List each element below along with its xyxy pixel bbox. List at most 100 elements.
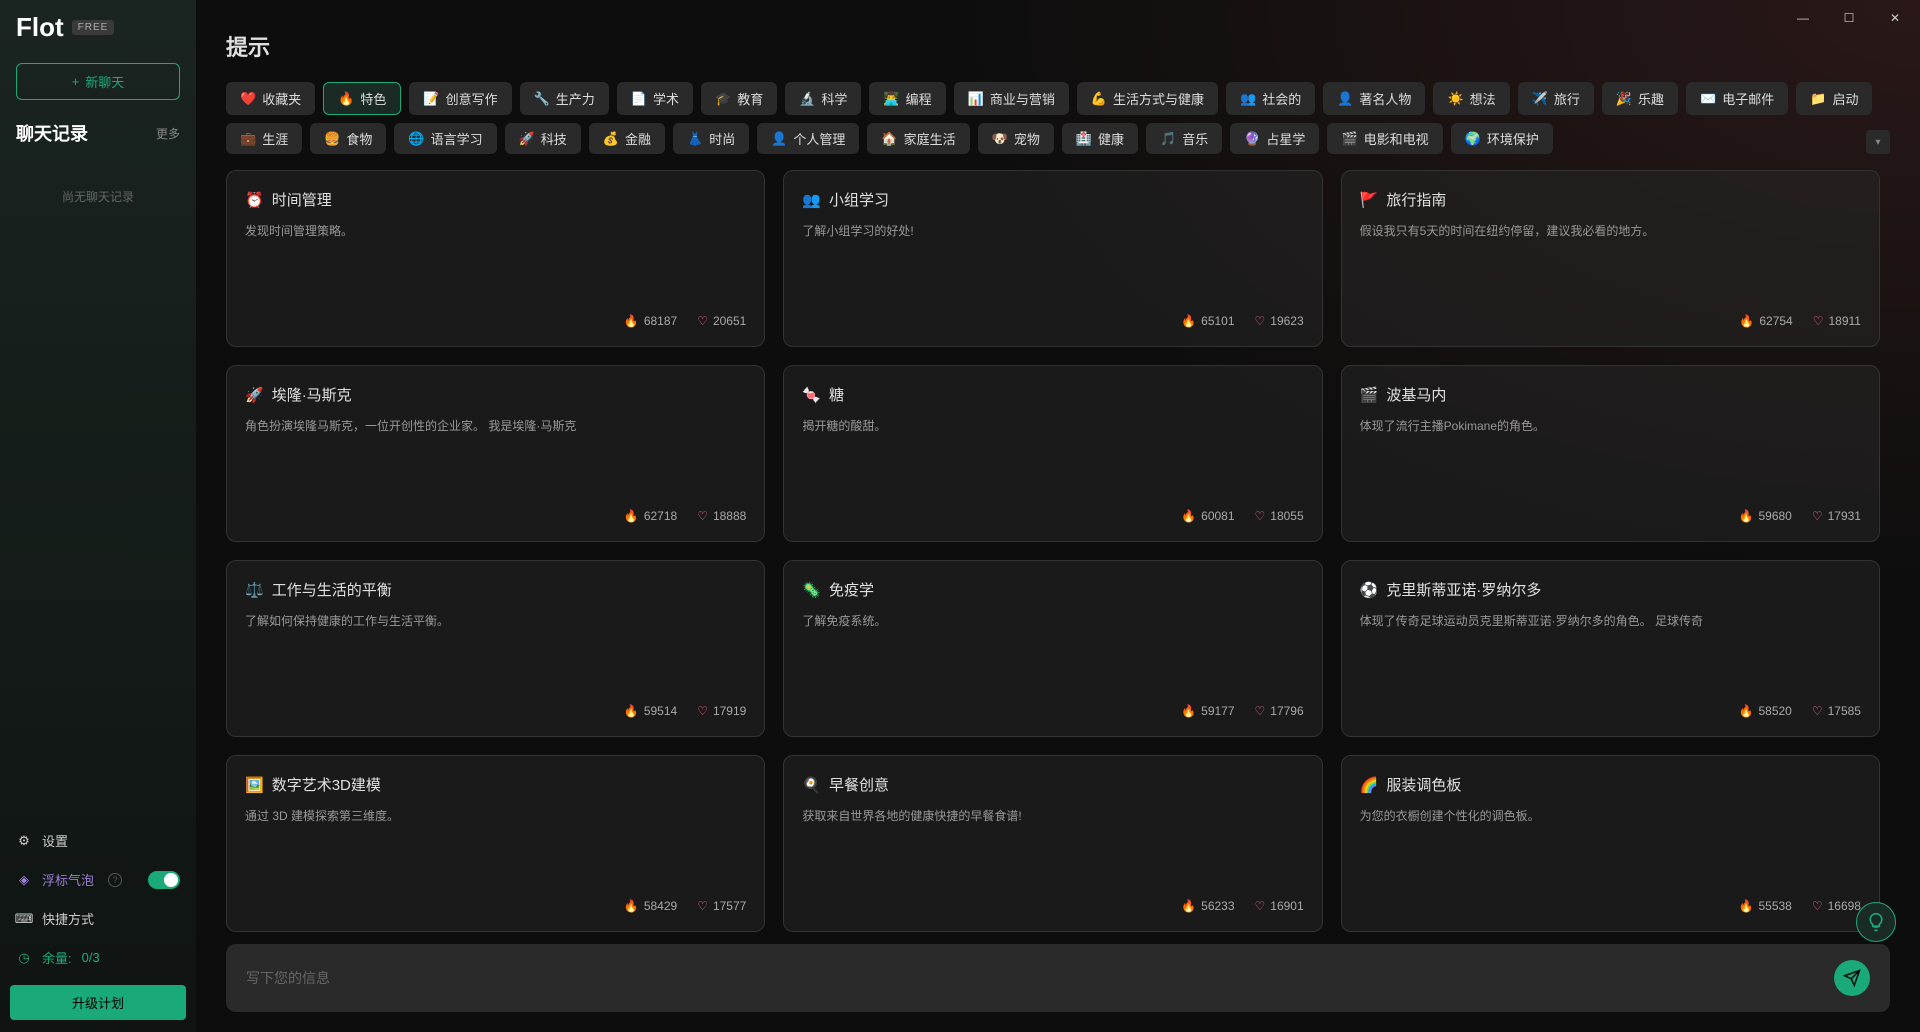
tag-label: 时尚 [709,129,735,148]
card-title-text: 工作与生活的平衡 [272,579,392,600]
card-desc: 揭开糖的酸甜。 [802,417,1303,499]
card-title-text: 小组学习 [829,189,889,210]
tag-25[interactable]: 🐶宠物 [978,123,1054,154]
tag-1[interactable]: 🔥特色 [323,82,401,115]
prompt-card-2[interactable]: 🚩旅行指南假设我只有5天的时间在纽约停留，建议我必看的地方。🔥62754♡189… [1341,170,1880,347]
stat-heart: ♡18055 [1255,509,1304,523]
card-stats: 🔥59514♡17919 [245,704,746,718]
tag-12[interactable]: ☀️想法 [1433,82,1509,115]
stat-fire: 🔥59514 [624,704,677,718]
tag-icon: 🏠 [881,131,897,147]
tag-label: 特色 [360,89,386,108]
tag-24[interactable]: 🏠家庭生活 [867,123,969,154]
card-title-text: 早餐创意 [829,774,889,795]
tag-4[interactable]: 📄学术 [617,82,693,115]
tag-13[interactable]: ✈️旅行 [1518,82,1594,115]
sidebar-item-quota[interactable]: ◷ 余量: 0/3 [0,938,196,977]
tag-11[interactable]: 👤著名人物 [1323,82,1425,115]
prompt-card-10[interactable]: 🍳早餐创意获取来自世界各地的健康快捷的早餐食谱!🔥56233♡16901 [783,755,1322,932]
history-more-link[interactable]: 更多 [156,125,180,142]
tag-6[interactable]: 🔬科学 [785,82,861,115]
stat-heart: ♡16698 [1812,899,1861,913]
prompt-card-11[interactable]: 🌈服装调色板为您的衣橱创建个性化的调色板。🔥55538♡16698 [1341,755,1880,932]
sidebar-item-shortcuts[interactable]: ⌨ 快捷方式 [0,899,196,938]
tag-16[interactable]: 📁启动 [1796,82,1872,115]
upgrade-button[interactable]: 升级计划 [10,985,186,1020]
prompt-card-9[interactable]: 🖼️数字艺术3D建模通过 3D 建模探索第三维度。🔥58429♡17577 [226,755,765,932]
tag-3[interactable]: 🔧生产力 [520,82,609,115]
tag-7[interactable]: 👨‍💻编程 [869,82,945,115]
tag-28[interactable]: 🔮占星学 [1230,123,1319,154]
sidebar-item-settings[interactable]: ⚙ 设置 [0,821,196,860]
sidebar-item-bubble[interactable]: ◈ 浮标气泡 ? [0,860,196,899]
tag-23[interactable]: 👤个人管理 [757,123,859,154]
gear-icon: ⚙ [16,833,32,849]
tag-17[interactable]: 💼生涯 [226,123,302,154]
tag-22[interactable]: 👗时尚 [673,123,749,154]
plus-icon: + [72,74,80,89]
tag-21[interactable]: 💰金融 [589,123,665,154]
send-button[interactable] [1834,960,1870,996]
tag-8[interactable]: 📊商业与营销 [954,82,1069,115]
prompt-card-1[interactable]: 👥小组学习了解小组学习的好处!🔥65101♡19623 [783,170,1322,347]
tag-10[interactable]: 👥社会的 [1226,82,1315,115]
prompt-card-4[interactable]: 🍬糖揭开糖的酸甜。🔥60081♡18055 [783,365,1322,542]
tag-label: 电子邮件 [1722,89,1774,108]
heart-count: 16698 [1828,899,1861,913]
card-icon: 👥 [802,191,821,209]
card-desc: 发现时间管理策略。 [245,222,746,304]
tag-2[interactable]: 📝创意写作 [409,82,511,115]
hint-fab[interactable] [1856,902,1896,942]
tag-0[interactable]: ❤️收藏夹 [226,82,315,115]
close-button[interactable]: ✕ [1874,4,1916,32]
prompt-card-7[interactable]: 🦠免疫学了解免疫系统。🔥59177♡17796 [783,560,1322,737]
prompt-card-8[interactable]: ⚽克里斯蒂亚诺·罗纳尔多体现了传奇足球运动员克里斯蒂亚诺·罗纳尔多的角色。 足球… [1341,560,1880,737]
card-icon: 🍬 [802,386,821,404]
tag-14[interactable]: 🎉乐趣 [1602,82,1678,115]
heart-icon: ♡ [1812,704,1823,718]
prompt-card-5[interactable]: 🎬波基马内体现了流行主播Pokimane的角色。🔥59680♡17931 [1341,365,1880,542]
prompt-card-3[interactable]: 🚀埃隆·马斯克角色扮演埃隆马斯克，一位开创性的企业家。 我是埃隆·马斯克🔥627… [226,365,765,542]
stat-fire: 🔥56233 [1181,899,1234,913]
card-desc: 体现了传奇足球运动员克里斯蒂亚诺·罗纳尔多的角色。 足球传奇 [1360,612,1861,694]
new-chat-button[interactable]: + 新聊天 [16,63,180,100]
message-input[interactable] [246,970,1822,986]
card-title: 🍬糖 [802,384,1303,405]
window-controls: — ☐ ✕ [1778,0,1920,36]
prompt-card-0[interactable]: ⏰时间管理发现时间管理策略。🔥68187♡20651 [226,170,765,347]
maximize-button[interactable]: ☐ [1828,4,1870,32]
prompt-card-6[interactable]: ⚖️工作与生活的平衡了解如何保持健康的工作与生活平衡。🔥59514♡17919 [226,560,765,737]
logo-row: Flot FREE [0,12,196,43]
tag-icon: 🎵 [1160,131,1176,147]
bubble-toggle[interactable] [148,871,180,889]
tags-expand-button[interactable]: ▾ [1866,130,1890,154]
card-desc: 为您的衣橱创建个性化的调色板。 [1360,807,1861,889]
message-input-bar [226,944,1890,1012]
tag-icon: ✈️ [1532,91,1548,107]
tag-19[interactable]: 🌐语言学习 [394,123,496,154]
tag-icon: 🚀 [519,131,535,147]
tag-icon: 🍔 [324,131,340,147]
heart-icon: ♡ [1255,314,1266,328]
tag-20[interactable]: 🚀科技 [505,123,581,154]
tag-label: 收藏夹 [262,89,301,108]
tag-29[interactable]: 🎬电影和电视 [1327,123,1442,154]
tag-label: 教育 [737,89,763,108]
tag-icon: 👥 [1240,91,1256,107]
quota-icon: ◷ [16,950,32,966]
card-stats: 🔥56233♡16901 [802,899,1303,913]
help-icon[interactable]: ? [108,873,122,887]
tag-5[interactable]: 🎓教育 [701,82,777,115]
tag-9[interactable]: 💪生活方式与健康 [1077,82,1218,115]
minimize-button[interactable]: — [1782,4,1824,32]
tag-30[interactable]: 🌍环境保护 [1451,123,1553,154]
card-title-text: 埃隆·马斯克 [272,384,352,405]
tag-18[interactable]: 🍔食物 [310,123,386,154]
tag-26[interactable]: 🏥健康 [1062,123,1138,154]
tag-icon: 🔧 [534,91,550,107]
heart-count: 16901 [1270,899,1303,913]
tag-label: 创意写作 [446,89,498,108]
tag-15[interactable]: ✉️电子邮件 [1686,82,1788,115]
tag-27[interactable]: 🎵音乐 [1146,123,1222,154]
card-title-text: 服装调色板 [1386,774,1461,795]
